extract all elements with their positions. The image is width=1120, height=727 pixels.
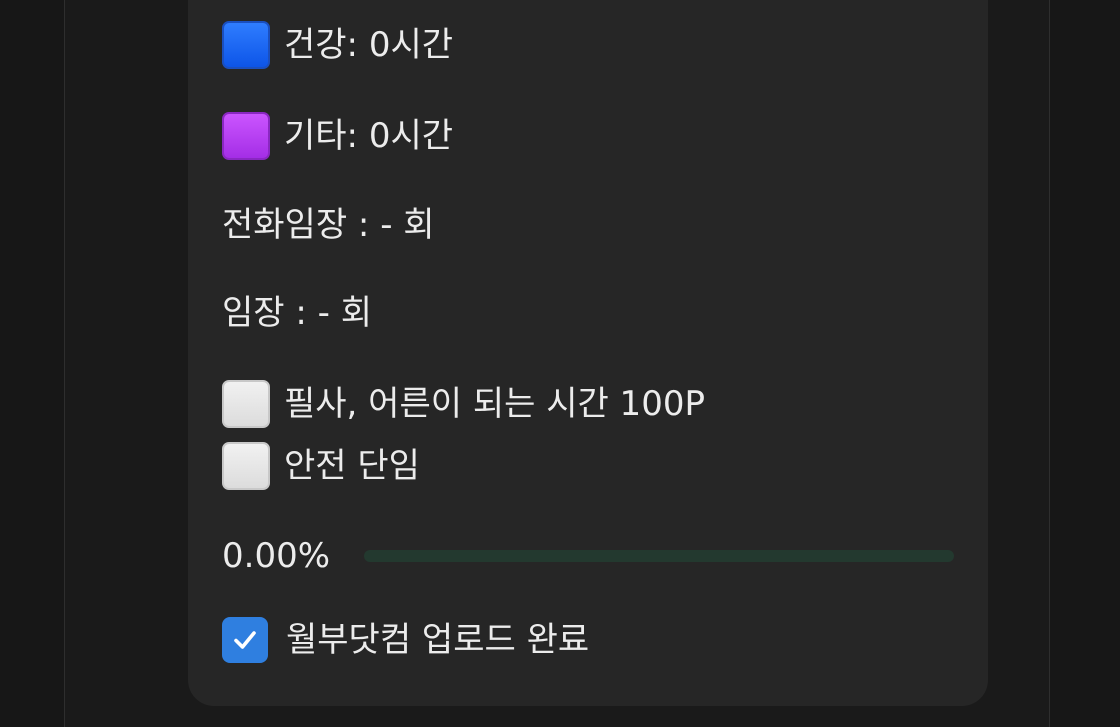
purple-square-icon (222, 112, 270, 160)
phone-visits-stat: 전화임장 : - 회 (222, 208, 435, 242)
blue-square-icon (222, 21, 270, 69)
category-other-label: 기타: 0시간 (284, 116, 454, 156)
upload-complete-item[interactable]: 월부닷컴 업로드 완료 (222, 617, 589, 663)
progress-percent: 0.00% (222, 539, 330, 573)
category-health-label: 건강: 0시간 (284, 25, 454, 65)
phone-visits-label: 전화임장 : - 회 (222, 205, 435, 245)
summary-card (188, 0, 988, 706)
task-copywork-label: 필사, 어른이 되는 시간 100P (284, 384, 705, 424)
category-other: 기타: 0시간 (222, 112, 453, 160)
task-item-copywork[interactable]: 필사, 어른이 되는 시간 100P (222, 380, 705, 428)
unchecked-box-icon[interactable] (222, 442, 270, 490)
unchecked-box-icon[interactable] (222, 380, 270, 428)
checkbox-checked-icon[interactable] (222, 617, 268, 663)
category-health: 건강: 0시간 (222, 21, 453, 69)
upload-complete-label: 월부닷컴 업로드 완료 (286, 620, 590, 660)
progress-percent-label: 0.00% (222, 536, 331, 576)
visits-stat: 임장 : - 회 (222, 296, 372, 330)
task-safety-label: 안전 단임 (284, 446, 420, 486)
checkmark-icon (234, 631, 256, 649)
visits-label: 임장 : - 회 (222, 293, 372, 333)
progress-bar (364, 550, 954, 562)
task-item-safety[interactable]: 안전 단임 (222, 442, 420, 490)
